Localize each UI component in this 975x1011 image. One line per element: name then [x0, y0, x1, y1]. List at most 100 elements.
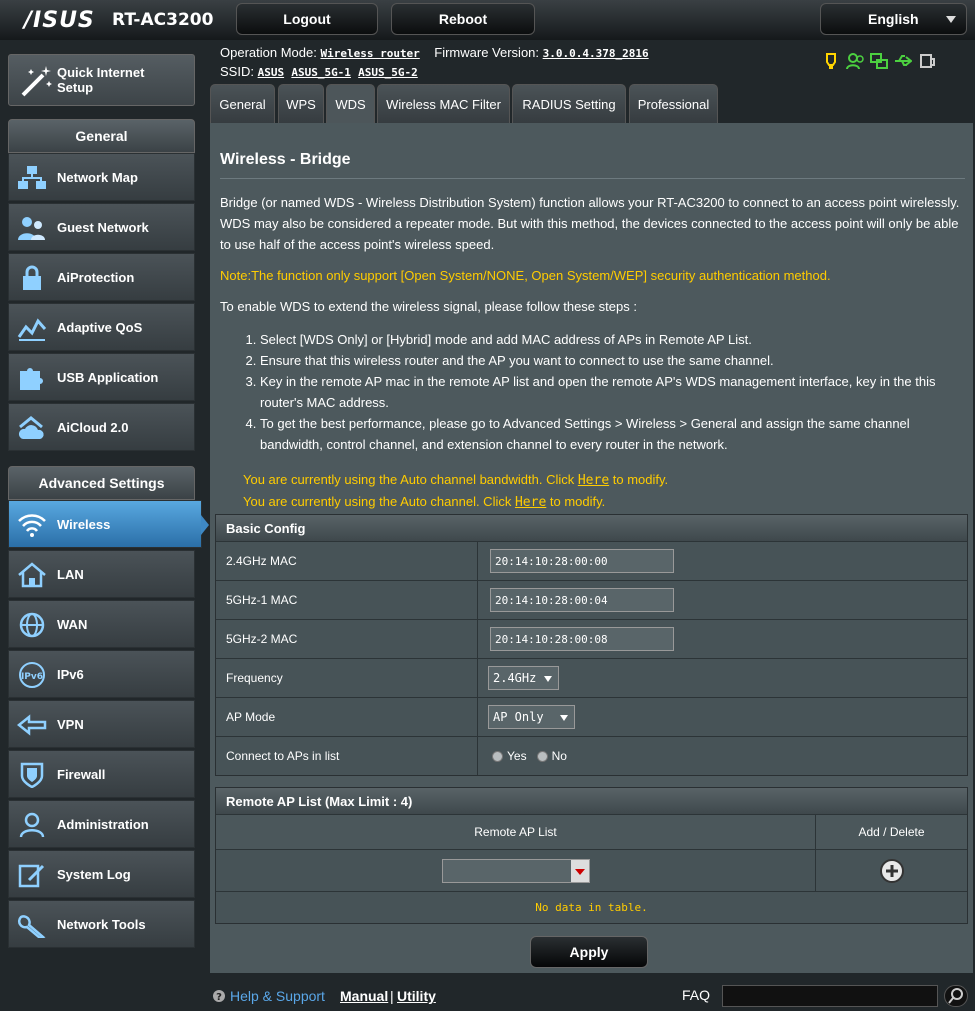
reboot-button[interactable]: Reboot — [391, 3, 535, 35]
modify-text: to modify. — [546, 494, 606, 509]
language-value: English — [868, 11, 919, 27]
tab-radius-setting[interactable]: RADIUS Setting — [512, 84, 626, 123]
clients-icon[interactable] — [846, 52, 864, 70]
faq-search-input[interactable] — [722, 985, 938, 1007]
firmware-link[interactable]: 3.0.0.4.378_2816 — [543, 47, 649, 60]
sidebar-item-ipv6[interactable]: IPv6 IPv6 — [8, 650, 195, 698]
globe-icon — [19, 612, 45, 638]
network-icon[interactable] — [870, 52, 888, 70]
frequency-select[interactable]: 2.4GHz — [488, 666, 560, 690]
mac5g1-label: 5GHz-1 MAC — [216, 581, 478, 619]
table-row: 5GHz-1 MAC 20:14:10:28:00:04 — [216, 580, 967, 619]
remote-ap-col-header: Remote AP List — [216, 815, 816, 849]
sidebar-item-label: Guest Network — [57, 219, 149, 235]
channel-message: You are currently using the Auto channel… — [243, 494, 605, 510]
add-cell — [816, 850, 967, 891]
quick-internet-setup-label: Quick Internet Setup — [57, 65, 145, 95]
sidebar-item-guest-network[interactable]: Guest Network — [8, 203, 195, 251]
usb-icon[interactable] — [894, 52, 913, 70]
sidebar-item-firewall[interactable]: Firewall — [8, 750, 195, 798]
operation-mode-link[interactable]: Wireless router — [320, 47, 419, 60]
steps-list: Select [WDS Only] or [Hybrid] mode and a… — [240, 329, 965, 455]
channel-here-link[interactable]: Here — [515, 495, 546, 510]
wrench-icon — [18, 915, 46, 938]
sidebar-item-usb-application[interactable]: USB Application — [8, 353, 195, 401]
table-row: Connect to APs in list Yes No — [216, 736, 967, 775]
table-row: 5GHz-2 MAC 20:14:10:28:00:08 — [216, 619, 967, 658]
sidebar-item-label: AiProtection — [57, 269, 135, 285]
connect-yes-radio[interactable]: Yes — [492, 749, 527, 763]
tab-wds[interactable]: WDS — [326, 84, 375, 123]
bandwidth-message: You are currently using the Auto channel… — [243, 472, 668, 488]
language-select[interactable]: English — [820, 3, 967, 35]
sidebar-item-label: System Log — [57, 866, 131, 882]
step-item: Key in the remote AP mac in the remote A… — [260, 371, 965, 413]
radio-circle-icon — [536, 750, 548, 762]
ap-mode-select[interactable]: AP Only — [488, 705, 575, 729]
apply-button[interactable]: Apply — [530, 936, 648, 968]
search-button[interactable] — [944, 985, 968, 1007]
bandwidth-here-link[interactable]: Here — [578, 473, 609, 488]
sidebar-item-wan[interactable]: WAN — [8, 600, 195, 648]
mac24-label: 2.4GHz MAC — [216, 542, 478, 580]
qos-chart-icon — [17, 318, 47, 341]
remote-ap-combo[interactable] — [441, 858, 590, 883]
ssid-link[interactable]: ASUS — [258, 66, 285, 79]
connect-no-radio[interactable]: No — [536, 749, 567, 763]
sidebar-item-aiprotection[interactable]: AiProtection — [8, 253, 195, 301]
firmware-label: Firmware Version: — [434, 45, 540, 60]
quick-internet-setup-button[interactable]: Quick Internet Setup — [8, 54, 195, 106]
ssid-link[interactable]: ASUS_5G-2 — [358, 66, 418, 79]
tab-general[interactable]: General — [210, 84, 275, 123]
combo-dropdown-icon[interactable] — [570, 859, 589, 882]
table-row: Frequency 2.4GHz — [216, 658, 967, 697]
sidebar-item-network-tools[interactable]: Network Tools — [8, 900, 195, 948]
help-support-link[interactable]: ? Help & Support — [212, 988, 325, 1004]
step-item: Select [WDS Only] or [Hybrid] mode and a… — [260, 329, 965, 350]
sidebar-item-label: Wireless — [57, 516, 111, 532]
tab-professional[interactable]: Professional — [629, 84, 718, 123]
sidebar-item-adaptive-qos[interactable]: Adaptive QoS — [8, 303, 195, 351]
asus-logo: /ISUS — [24, 8, 95, 33]
notification-bulb-icon[interactable] — [822, 52, 840, 70]
table-header-row: Remote AP List Add / Delete — [216, 814, 967, 849]
sidebar-item-label: AiCloud 2.0 — [57, 419, 129, 435]
empty-table-message: No data in table. — [216, 891, 967, 923]
tab-wps[interactable]: WPS — [278, 84, 324, 123]
step-item: To get the best performance, please go t… — [260, 413, 965, 455]
add-circle-icon[interactable] — [879, 858, 905, 884]
sidebar-item-wireless[interactable]: Wireless — [8, 500, 209, 548]
cloud-home-icon — [18, 416, 44, 439]
sidebar-item-vpn[interactable]: VPN — [8, 700, 195, 748]
sidebar-item-aicloud[interactable]: AiCloud 2.0 — [8, 403, 195, 451]
mac5g2-field[interactable]: 20:14:10:28:00:08 — [490, 627, 674, 651]
utility-link[interactable]: Utility — [397, 988, 436, 1004]
bandwidth-message-text: You are currently using the Auto channel… — [243, 472, 578, 487]
magic-wand-icon — [21, 66, 52, 97]
divider — [220, 178, 965, 179]
sidebar-item-network-map[interactable]: Network Map — [8, 153, 195, 201]
sidebar-item-lan[interactable]: LAN — [8, 550, 195, 598]
page-title: Wireless - Bridge — [220, 151, 351, 168]
step-item: Ensure that this wireless router and the… — [260, 350, 965, 371]
remote-ap-input-cell — [216, 850, 816, 891]
radio-label: No — [551, 749, 567, 763]
sidebar-item-administration[interactable]: Administration — [8, 800, 195, 848]
ssid-link[interactable]: ASUS_5G-1 — [291, 66, 351, 79]
basic-config-table: Basic Config 2.4GHz MAC 20:14:10:28:00:0… — [215, 514, 968, 776]
printer-icon[interactable] — [918, 52, 936, 70]
router-model: RT-AC3200 — [112, 10, 214, 30]
frequency-label: Frequency — [216, 659, 478, 697]
intro-text: Bridge (or named WDS - Wireless Distribu… — [220, 195, 960, 252]
mac24-field[interactable]: 20:14:10:28:00:00 — [490, 549, 674, 573]
manual-link[interactable]: Manual — [340, 988, 388, 1004]
logout-button[interactable]: Logout — [236, 3, 378, 35]
status-icons — [822, 52, 936, 70]
sidebar-item-system-log[interactable]: System Log — [8, 850, 195, 898]
mac5g1-field[interactable]: 20:14:10:28:00:04 — [490, 588, 674, 612]
table-row — [216, 849, 967, 891]
sidebar-item-label: Firewall — [57, 766, 106, 782]
modify-text: to modify. — [609, 472, 669, 487]
tab-wireless-mac-filter[interactable]: Wireless MAC Filter — [377, 84, 510, 123]
sidebar-item-label: Network Map — [57, 169, 138, 185]
